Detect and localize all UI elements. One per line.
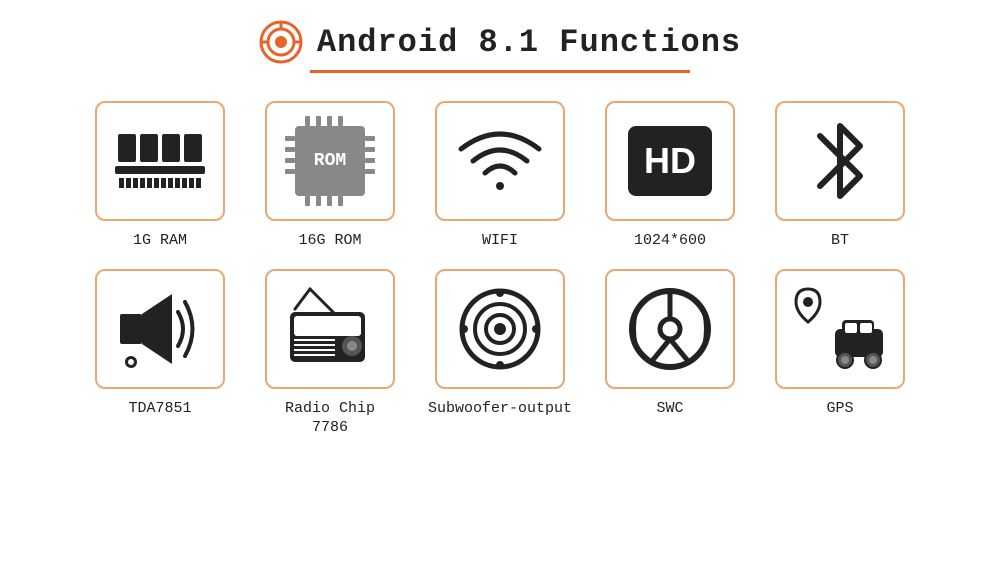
subwoofer-icon bbox=[455, 284, 545, 374]
bt-label: BT bbox=[831, 231, 849, 251]
gps-icon bbox=[790, 284, 890, 374]
features-grid: 1G RAM bbox=[80, 101, 920, 438]
gps-icon-box bbox=[775, 269, 905, 389]
wifi-label: WIFI bbox=[482, 231, 518, 251]
bt-icon-box bbox=[775, 101, 905, 221]
feature-swc: SWC bbox=[590, 269, 750, 438]
feature-subwoofer: Subwoofer-output bbox=[420, 269, 580, 438]
subwoofer-icon-box bbox=[435, 269, 565, 389]
feature-bt: BT bbox=[760, 101, 920, 251]
feature-hd: HD 1024*600 bbox=[590, 101, 750, 251]
feature-gps: GPS bbox=[760, 269, 920, 438]
gps-label: GPS bbox=[826, 399, 853, 419]
swc-label: SWC bbox=[656, 399, 683, 419]
bluetooth-icon bbox=[805, 116, 875, 206]
radio-icon-box bbox=[265, 269, 395, 389]
radio-label: Radio Chip 7786 bbox=[285, 399, 375, 438]
ram-icon bbox=[115, 134, 205, 188]
ram-icon-box bbox=[95, 101, 225, 221]
page-title: Android 8.1 Functions bbox=[317, 24, 741, 61]
speaker-label: TDA7851 bbox=[128, 399, 191, 419]
android-icon bbox=[259, 20, 303, 64]
rom-label: 16G ROM bbox=[298, 231, 361, 251]
feature-rom: ROM 16G ROM bbox=[250, 101, 410, 251]
steering-wheel-icon bbox=[625, 284, 715, 374]
ram-label: 1G RAM bbox=[133, 231, 187, 251]
subwoofer-label: Subwoofer-output bbox=[428, 399, 572, 419]
wifi-icon bbox=[455, 121, 545, 201]
feature-radio: Radio Chip 7786 bbox=[250, 269, 410, 438]
hd-label: 1024*600 bbox=[634, 231, 706, 251]
page-header: Android 8.1 Functions bbox=[259, 20, 741, 64]
speaker-icon bbox=[110, 284, 210, 374]
feature-wifi: WIFI bbox=[420, 101, 580, 251]
speaker-icon-box bbox=[95, 269, 225, 389]
rom-icon-box: ROM bbox=[265, 101, 395, 221]
rom-icon: ROM bbox=[290, 121, 370, 201]
hd-icon-box: HD bbox=[605, 101, 735, 221]
title-underline bbox=[310, 70, 690, 73]
wifi-icon-box bbox=[435, 101, 565, 221]
hd-icon: HD bbox=[628, 126, 712, 196]
radio-icon bbox=[280, 284, 380, 374]
feature-speaker: TDA7851 bbox=[80, 269, 240, 438]
feature-ram: 1G RAM bbox=[80, 101, 240, 251]
swc-icon-box bbox=[605, 269, 735, 389]
